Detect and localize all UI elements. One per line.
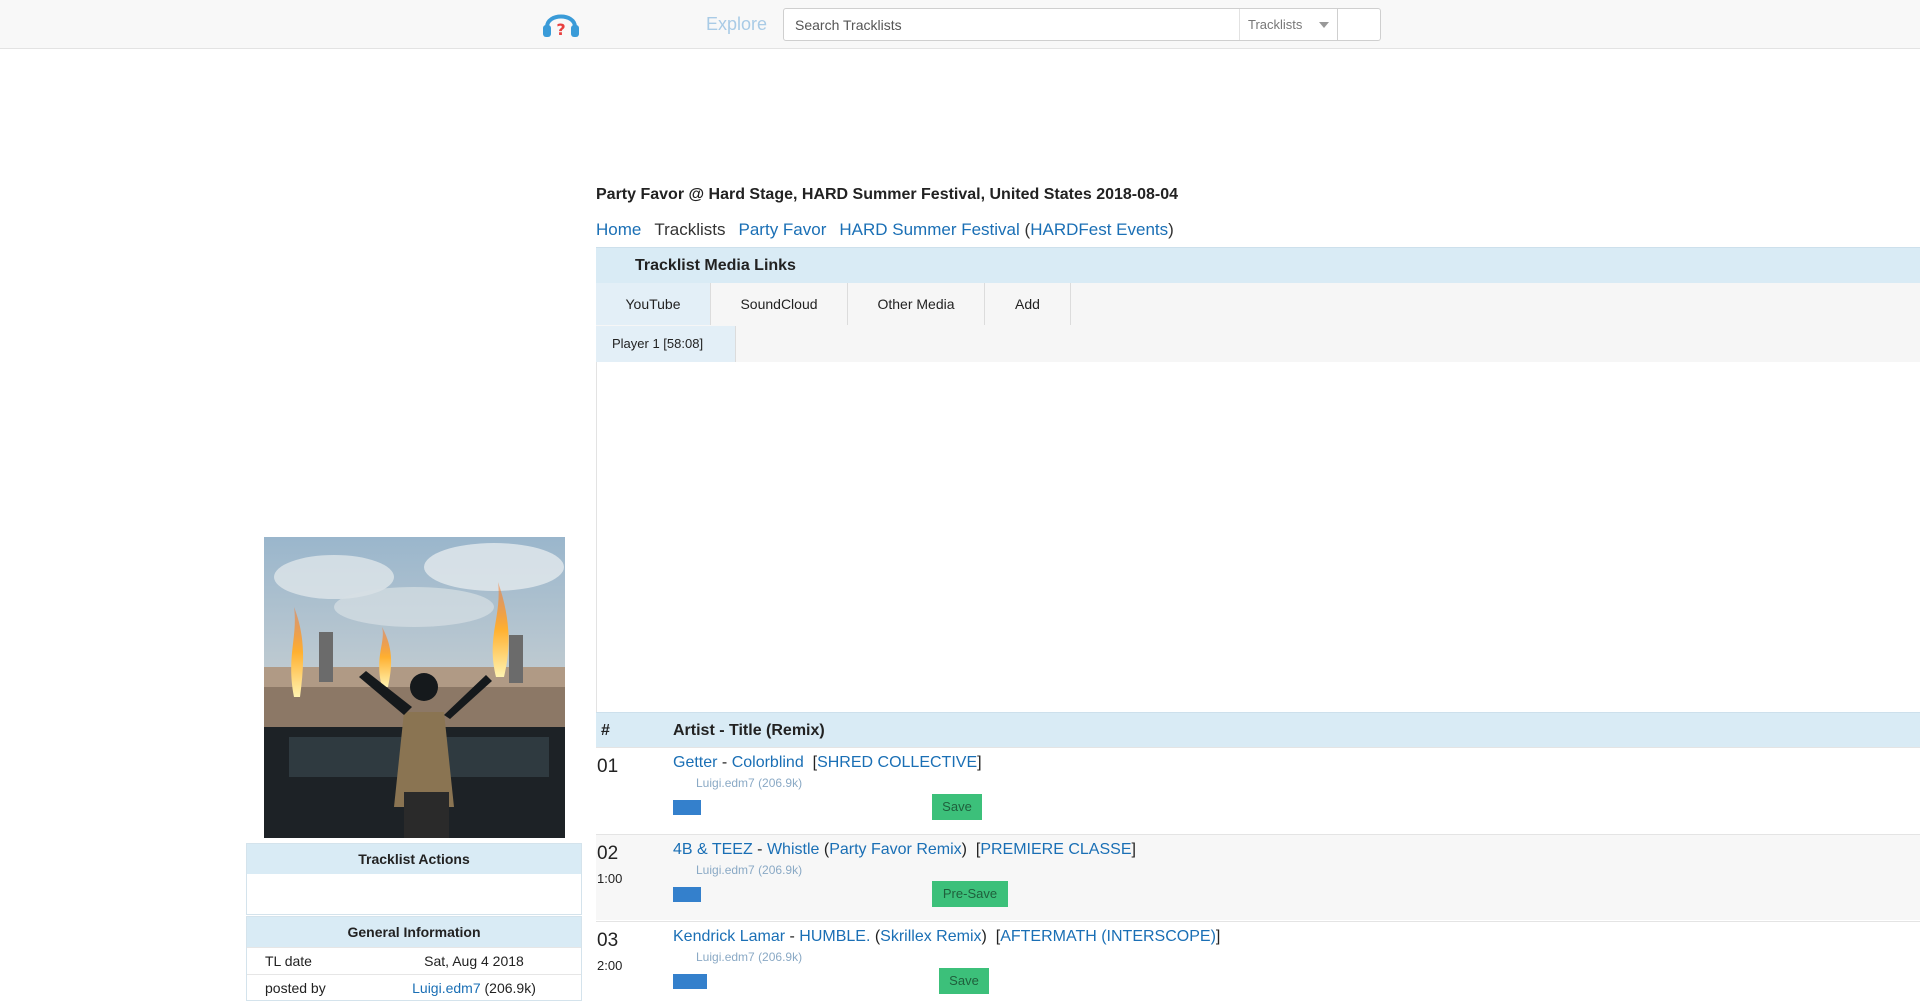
search-button[interactable] xyxy=(1337,9,1381,40)
search-box: Tracklists xyxy=(783,8,1381,41)
tab-add[interactable]: Add xyxy=(985,283,1071,325)
media-player[interactable] xyxy=(596,362,1920,712)
tab-soundcloud[interactable]: SoundCloud xyxy=(711,283,848,325)
breadcrumb-events[interactable]: HARDFest Events xyxy=(1030,220,1168,239)
track-count-badge[interactable]: 10 xyxy=(673,800,701,815)
headphones-question-icon[interactable]: ? xyxy=(541,5,581,43)
track-user-points: (206.9k) xyxy=(758,776,803,790)
track-label-link[interactable]: PREMIERE CLASSE xyxy=(980,841,1131,858)
track-user-link[interactable]: Luigi.edm7 xyxy=(696,950,755,964)
search-scope-label: Tracklists xyxy=(1248,17,1303,32)
breadcrumb-festival[interactable]: HARD Summer Festival xyxy=(839,220,1019,239)
info-row-posted-by: posted by Luigi.edm7 (206.9k) xyxy=(247,974,581,1001)
track-row: 01 Getter - Colorblind [SHRED COLLECTIVE… xyxy=(596,747,1920,833)
track-user-points: (206.9k) xyxy=(758,950,803,964)
search-scope-select[interactable]: Tracklists xyxy=(1239,9,1337,40)
search-input[interactable] xyxy=(785,10,1240,39)
track-posted-by: Luigi.edm7 (206.9k) xyxy=(696,950,802,964)
posted-by-user-link[interactable]: Luigi.edm7 xyxy=(412,980,481,996)
column-number: # xyxy=(601,722,610,739)
track-count-badge[interactable]: 12 xyxy=(673,887,701,902)
breadcrumb: Home Tracklists Party Favor HARD Summer Fes… xyxy=(596,220,1187,240)
general-information-heading: General Information xyxy=(247,917,581,947)
track-artist-link[interactable]: Getter xyxy=(673,754,717,771)
track-label-link[interactable]: SHRED COLLECTIVE xyxy=(817,754,977,771)
info-value: Luigi.edm7 (206.9k) xyxy=(367,975,581,1001)
breadcrumb-artist[interactable]: Party Favor xyxy=(739,220,827,239)
track-posted-by: Luigi.edm7 (206.9k) xyxy=(696,776,802,790)
track-number: 01 xyxy=(597,756,619,777)
column-artist-title: Artist - Title (Remix) xyxy=(673,722,825,739)
track-title-link[interactable]: Colorblind xyxy=(732,754,804,771)
track-row: 02 1:00 4B & TEEZ - Whistle (Party Favor… xyxy=(596,834,1920,920)
track-user-points: (206.9k) xyxy=(758,863,803,877)
track-title-line: Kendrick Lamar - HUMBLE. (Skrillex Remix… xyxy=(673,928,1220,946)
media-links-title: Tracklist Media Links xyxy=(635,257,796,274)
tab-other-media[interactable]: Other Media xyxy=(848,283,985,325)
track-user-link[interactable]: Luigi.edm7 xyxy=(696,776,755,790)
artist-title-separator: - xyxy=(717,754,732,771)
tracklist-actions-heading: Tracklist Actions xyxy=(247,844,581,874)
media-tabs: YouTube SoundCloud Other Media Add xyxy=(596,283,1920,327)
track-number: 02 xyxy=(597,843,619,864)
chevron-down-icon xyxy=(1319,22,1329,28)
tab-youtube[interactable]: YouTube xyxy=(596,283,711,325)
track-remix-link[interactable]: Skrillex Remix xyxy=(880,928,981,945)
info-key: posted by xyxy=(265,980,326,996)
track-count-badge[interactable]: 121 xyxy=(673,974,707,989)
artist-title-separator: - xyxy=(752,841,767,858)
track-number: 03 xyxy=(597,930,619,951)
artist-title-separator: - xyxy=(785,928,800,945)
track-row: 03 2:00 Kendrick Lamar - HUMBLE. (Skrill… xyxy=(596,921,1920,1007)
breadcrumb-home[interactable]: Home xyxy=(596,220,641,239)
track-cue-time: 1:00 xyxy=(597,871,623,886)
info-key: TL date xyxy=(265,953,312,969)
player-tabs: Player 1 [58:08] xyxy=(596,326,1920,363)
track-artist-link[interactable]: 4B & TEEZ xyxy=(673,841,753,858)
tracklist-header: # Artist - Title (Remix) xyxy=(596,712,1920,748)
tab-player-1[interactable]: Player 1 [58:08] xyxy=(596,326,736,362)
tracklist-cover-image xyxy=(264,537,565,838)
general-information-panel: General Information TL date Sat, Aug 4 2… xyxy=(246,916,582,1001)
track-title-link[interactable]: HUMBLE. xyxy=(799,928,870,945)
remix-paren-close: ) xyxy=(961,841,967,858)
info-value: Sat, Aug 4 2018 xyxy=(424,953,524,969)
breadcrumb-tracklists: Tracklists xyxy=(654,220,726,239)
media-links-header: Tracklist Media Links xyxy=(596,247,1920,284)
top-bar: ? Explore Tracklists xyxy=(0,0,1920,49)
track-title-line: 4B & TEEZ - Whistle (Party Favor Remix) … xyxy=(673,841,1136,859)
label-bracket-close: ] xyxy=(977,754,982,771)
track-title-line: Getter - Colorblind [SHRED COLLECTIVE] xyxy=(673,754,982,772)
svg-text:?: ? xyxy=(556,20,565,39)
tracklist-actions-panel: Tracklist Actions xyxy=(246,843,582,915)
remix-paren-close: ) xyxy=(981,928,987,945)
track-artist-link[interactable]: Kendrick Lamar xyxy=(673,928,785,945)
track-title-link[interactable]: Whistle xyxy=(767,841,819,858)
save-button[interactable]: Save xyxy=(932,794,982,820)
user-points: (206.9k) xyxy=(484,980,536,996)
track-posted-by: Luigi.edm7 (206.9k) xyxy=(696,863,802,877)
track-remix-link[interactable]: Party Favor Remix xyxy=(829,841,961,858)
explore-link[interactable]: Explore xyxy=(706,14,767,35)
paren-close: ) xyxy=(1168,220,1174,239)
save-button[interactable]: Save xyxy=(939,968,989,994)
info-row-date: TL date Sat, Aug 4 2018 xyxy=(247,947,581,974)
label-bracket-close: ] xyxy=(1131,841,1136,858)
track-label-link[interactable]: AFTERMATH (INTERSCOPE) xyxy=(1000,928,1216,945)
label-bracket-close: ] xyxy=(1215,928,1221,945)
track-cue-time: 2:00 xyxy=(597,958,623,973)
page-title: Party Favor @ Hard Stage, HARD Summer Fe… xyxy=(596,186,1179,203)
track-user-link[interactable]: Luigi.edm7 xyxy=(696,863,755,877)
pre-save-button[interactable]: Pre-Save xyxy=(932,881,1008,907)
